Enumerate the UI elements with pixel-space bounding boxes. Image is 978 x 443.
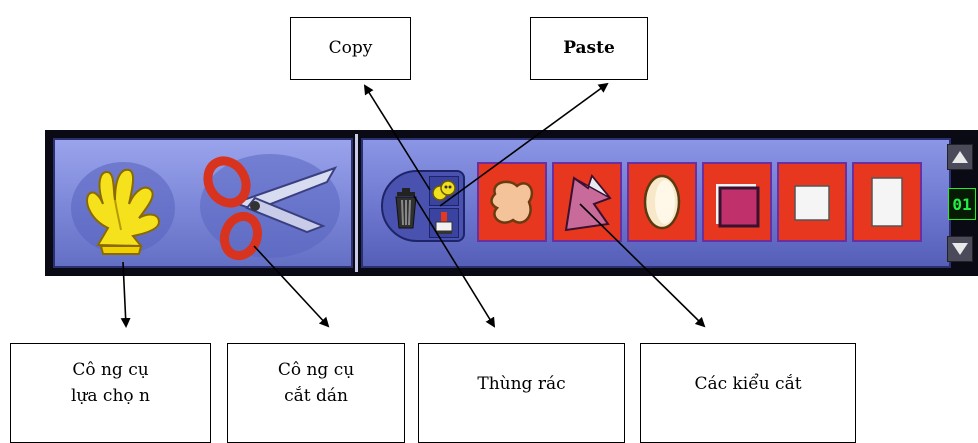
cut-paste-tool-arrow (253, 245, 330, 328)
cut-styles-arrow (579, 203, 706, 328)
callout-arrows (120, 82, 706, 328)
selection-tool-arrow (120, 261, 131, 328)
paste-arrow (439, 82, 609, 207)
copy-arrow (363, 84, 431, 191)
trash-arrow (413, 195, 496, 328)
